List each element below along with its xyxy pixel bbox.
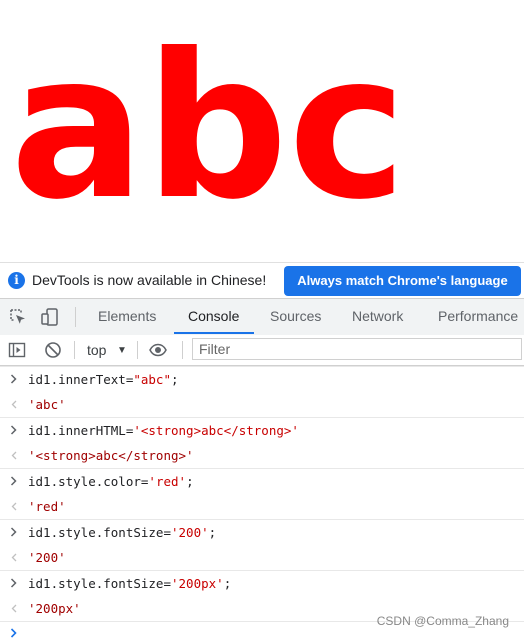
language-infobar: i DevTools is now available in Chinese! … xyxy=(0,262,524,299)
result-arrow-icon xyxy=(11,400,17,409)
toolbar-divider xyxy=(74,341,75,359)
sidebar-toggle-icon[interactable] xyxy=(8,341,26,359)
console-input-line: id1.style.fontSize='200px'; xyxy=(0,570,524,596)
toolbar-divider xyxy=(137,341,138,359)
info-icon: i xyxy=(8,272,25,289)
caret-down-icon[interactable]: ▼ xyxy=(117,345,127,356)
prompt-chevron-icon xyxy=(10,628,17,638)
device-toolbar-icon[interactable] xyxy=(40,307,60,327)
console-input-line: id1.style.color='red'; xyxy=(0,468,524,494)
console-input-code: id1.innerHTML='<strong>abc</strong>' xyxy=(28,423,299,438)
watermark: CSDN @Comma_Zhang xyxy=(376,614,509,628)
result-arrow-icon xyxy=(11,451,17,460)
console-result-value[interactable]: 'red' xyxy=(28,499,66,514)
input-chevron-icon xyxy=(10,425,17,435)
console-toolbar: top ▼ xyxy=(0,335,524,366)
console-output: id1.innerText="abc"; 'abc' id1.innerHTML… xyxy=(0,366,524,638)
tab-network[interactable]: Network xyxy=(352,308,403,324)
console-input-code: id1.style.color='red'; xyxy=(28,474,194,489)
input-chevron-icon xyxy=(10,527,17,537)
infobar-message: DevTools is now available in Chinese! xyxy=(32,272,267,288)
input-chevron-icon xyxy=(10,578,17,588)
always-match-language-button[interactable]: Always match Chrome's language xyxy=(284,266,521,296)
console-result-line: '200' xyxy=(0,545,524,570)
tab-console[interactable]: Console xyxy=(188,308,239,324)
active-tab-indicator xyxy=(174,332,254,334)
result-arrow-icon xyxy=(11,604,17,613)
result-arrow-icon xyxy=(11,502,17,511)
rendered-text: abc xyxy=(10,11,407,244)
console-result-value[interactable]: '200px' xyxy=(28,601,81,616)
console-input-code: id1.style.fontSize='200'; xyxy=(28,525,217,540)
console-result-line: 'red' xyxy=(0,494,524,519)
console-result-value[interactable]: '200' xyxy=(28,550,66,565)
devtools-tabbar: Elements Console Sources Network Perform… xyxy=(0,298,524,336)
console-input-code: id1.innerText="abc"; xyxy=(28,372,179,387)
page-viewport: abc xyxy=(0,0,524,260)
inspect-element-icon[interactable] xyxy=(8,307,28,327)
input-chevron-icon xyxy=(10,476,17,486)
console-result-value[interactable]: 'abc' xyxy=(28,397,66,412)
console-result-line: 'abc' xyxy=(0,392,524,417)
toolbar-divider xyxy=(75,307,76,327)
console-result-line: '<strong>abc</strong>' xyxy=(0,443,524,468)
input-chevron-icon xyxy=(10,374,17,384)
console-input-code: id1.style.fontSize='200px'; xyxy=(28,576,232,591)
filter-input[interactable] xyxy=(192,338,522,360)
tab-sources[interactable]: Sources xyxy=(270,308,321,324)
console-input-line: id1.innerText="abc"; xyxy=(0,366,524,392)
tab-performance[interactable]: Performance xyxy=(438,308,518,324)
console-input-line: id1.innerHTML='<strong>abc</strong>' xyxy=(0,417,524,443)
result-arrow-icon xyxy=(11,553,17,562)
live-expression-eye-icon[interactable] xyxy=(149,341,167,359)
toolbar-divider xyxy=(182,341,183,359)
context-selector[interactable]: top xyxy=(87,342,106,358)
console-result-value[interactable]: '<strong>abc</strong>' xyxy=(28,448,194,463)
clear-console-icon[interactable] xyxy=(44,341,62,359)
console-input-line: id1.style.fontSize='200'; xyxy=(0,519,524,545)
tab-elements[interactable]: Elements xyxy=(98,308,156,324)
